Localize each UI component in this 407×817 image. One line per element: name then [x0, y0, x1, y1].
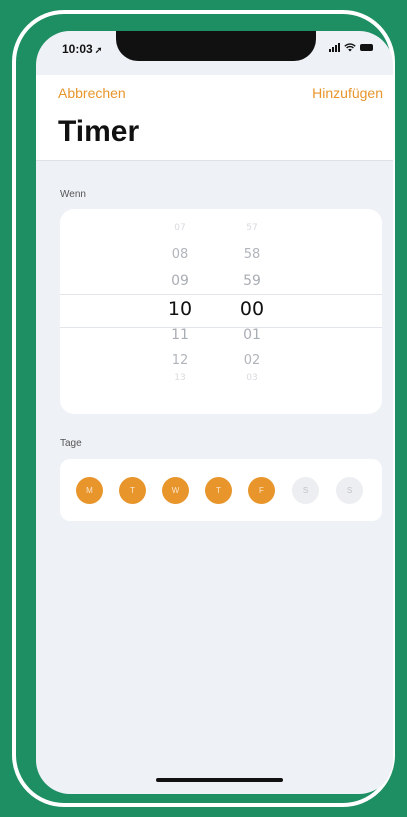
days-selector: MTWTFSS	[60, 459, 382, 521]
hour-option[interactable]: 07	[160, 223, 200, 233]
status-time-text: 10:03	[62, 42, 93, 56]
day-toggle[interactable]: W	[162, 477, 189, 504]
minute-option[interactable]: 01	[232, 327, 272, 343]
hour-option[interactable]: 10	[160, 298, 200, 320]
hour-wheel[interactable]: 07 08 09 10 11 12 13	[160, 209, 200, 414]
day-toggle[interactable]: M	[76, 477, 103, 504]
minute-option[interactable]: 58	[232, 247, 272, 262]
days-section-label: Tage	[60, 438, 82, 449]
minute-option[interactable]: 02	[232, 353, 272, 368]
minute-option[interactable]: 59	[232, 273, 272, 289]
day-toggle[interactable]: S	[336, 477, 363, 504]
hour-option[interactable]: 08	[160, 247, 200, 262]
hour-option[interactable]: 11	[160, 327, 200, 343]
day-toggle[interactable]: S	[292, 477, 319, 504]
location-icon: ➚	[94, 45, 103, 55]
cancel-button[interactable]: Abbrechen	[58, 85, 126, 101]
home-indicator	[156, 778, 283, 782]
minute-wheel[interactable]: 57 58 59 00 01 02 03	[232, 209, 272, 414]
signal-icon	[329, 43, 340, 52]
phone-screen: 10:03 ➚ Abbrechen Hinzufügen Timer Wenn 0…	[36, 31, 393, 794]
time-picker[interactable]: 07 08 09 10 11 12 13 57 58 59 00 01 02 03	[60, 209, 382, 414]
minute-option[interactable]: 00	[232, 298, 272, 320]
minute-option[interactable]: 03	[232, 373, 272, 383]
status-time: 10:03 ➚	[62, 42, 102, 56]
day-toggle[interactable]: F	[248, 477, 275, 504]
header: Abbrechen Hinzufügen Timer	[36, 75, 393, 161]
battery-icon	[360, 44, 373, 51]
status-icons	[329, 43, 373, 52]
day-toggle[interactable]: T	[119, 477, 146, 504]
wifi-icon	[344, 43, 356, 52]
when-section-label: Wenn	[60, 189, 86, 200]
minute-option[interactable]: 57	[232, 223, 272, 233]
hour-option[interactable]: 13	[160, 373, 200, 383]
notch	[116, 31, 316, 61]
picker-selection-band	[60, 294, 382, 328]
hour-option[interactable]: 12	[160, 353, 200, 368]
add-button[interactable]: Hinzufügen	[312, 85, 383, 101]
hour-option[interactable]: 09	[160, 273, 200, 289]
page-title: Timer	[58, 115, 140, 148]
day-toggle[interactable]: T	[205, 477, 232, 504]
